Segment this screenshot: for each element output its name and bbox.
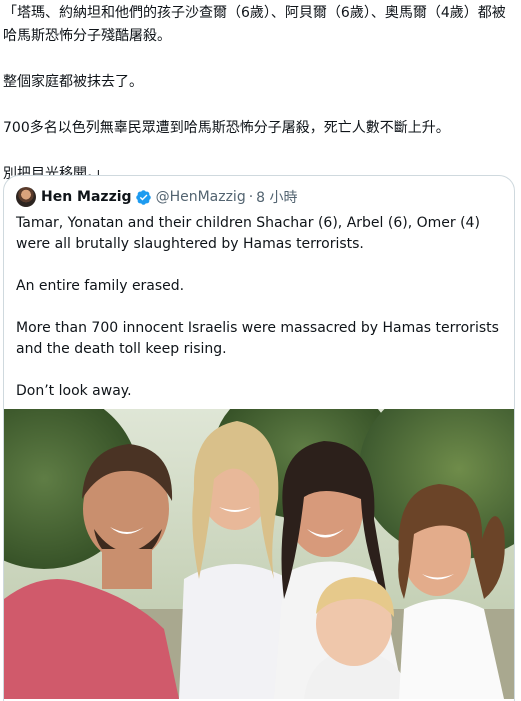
tweet-line: 「塔瑪、約納坦和他們的孩子沙查爾（6歲）、阿貝爾（6歲）、奧馬爾（4歲）都被哈馬… [3, 5, 506, 44]
author-handle[interactable]: @HenMazzig [156, 189, 246, 205]
timestamp[interactable]: 8 小時 [256, 187, 297, 207]
tweet-line: 整個家庭都被抹去了。 [3, 74, 143, 90]
verified-badge-icon [135, 189, 152, 206]
quote-paragraph: Tamar, Yonatan and their children Shacha… [16, 215, 480, 252]
family-photo[interactable] [4, 409, 514, 699]
quoted-tweet-card[interactable]: Hen Mazzig @HenMazzig · 8 小時 Tamar, Yona… [3, 175, 515, 701]
quoted-tweet-text: Tamar, Yonatan and their children Shacha… [16, 213, 506, 423]
quote-paragraph: An entire family erased. [16, 278, 185, 294]
author-name[interactable]: Hen Mazzig [41, 189, 132, 205]
tweet-line: 700多名以色列無辜民眾遭到哈馬斯恐怖分子屠殺，死亡人數不斷上升。 [3, 120, 450, 136]
quoted-tweet-header: Hen Mazzig @HenMazzig · 8 小時 [16, 187, 298, 207]
quote-paragraph: Don’t look away. [16, 383, 132, 399]
separator-dot: · [248, 189, 254, 205]
quote-paragraph: More than 700 innocent Israelis were mas… [16, 320, 499, 357]
avatar[interactable] [16, 187, 36, 207]
tweet-view: 「塔瑪、約納坦和他們的孩子沙查爾（6歲）、阿貝爾（6歲）、奧馬爾（4歲）都被哈馬… [0, 0, 521, 701]
